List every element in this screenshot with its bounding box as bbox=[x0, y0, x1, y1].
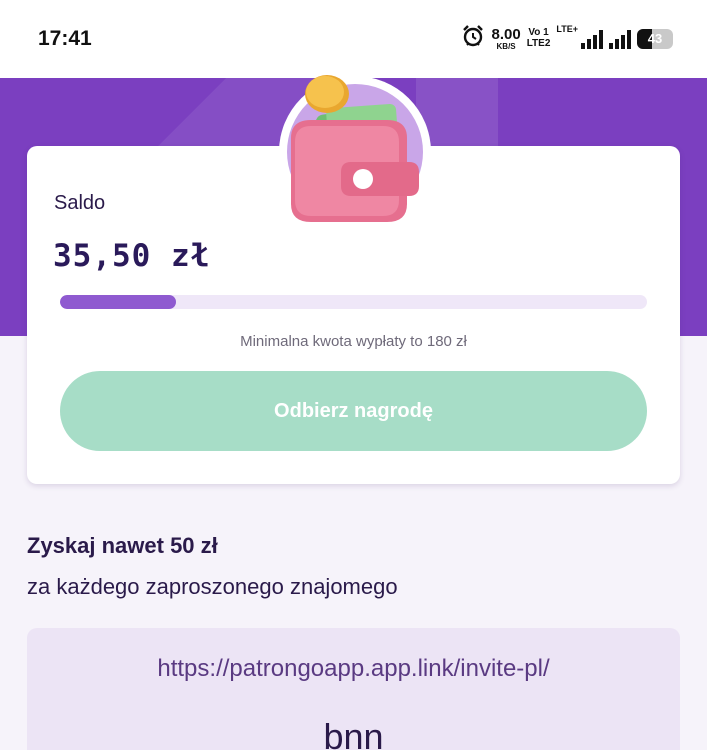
status-time: 17:41 bbox=[38, 27, 92, 50]
minimum-withdrawal-note: Minimalna kwota wypłaty to 180 zł bbox=[240, 333, 467, 350]
status-icons: 8.00 KB/S Vo 1 LTE2 LTE+ 43 bbox=[461, 24, 673, 53]
network-speed: 8.00 KB/S bbox=[491, 27, 520, 51]
alarm-icon bbox=[461, 24, 485, 53]
signal-icon bbox=[581, 29, 603, 49]
wallet-icon bbox=[291, 75, 419, 222]
invite-title: Zyskaj nawet 50 zł bbox=[27, 533, 218, 558]
withdrawal-progress-bar bbox=[60, 295, 647, 309]
battery-level: 43 bbox=[647, 31, 663, 46]
withdrawal-progress-fill bbox=[60, 295, 176, 309]
lte-label: LTE+ bbox=[556, 24, 578, 34]
invite-link[interactable]: https://patrongoapp.app.link/invite-pl/ bbox=[27, 655, 680, 683]
volte-bottom: LTE2 bbox=[526, 37, 551, 49]
claim-reward-button[interactable]: Odbierz nagrodę bbox=[60, 371, 647, 451]
status-bar: 17:41 8.00 KB/S Vo 1 LTE2 LTE+ 43 bbox=[0, 0, 707, 78]
volte-indicator: Vo 1 LTE2 bbox=[526, 27, 551, 49]
balance-label: Saldo bbox=[54, 192, 106, 214]
invite-subtitle: za każdego zaproszonego znajomego bbox=[27, 574, 398, 599]
network-speed-value: 8.00 bbox=[491, 25, 521, 43]
invite-card: https://patrongoapp.app.link/invite-pl/ … bbox=[27, 628, 680, 750]
network-speed-unit: KB/S bbox=[496, 41, 516, 51]
volte-top: Vo 1 bbox=[528, 27, 549, 38]
invite-code[interactable]: bnn bbox=[27, 716, 680, 750]
balance-amount: 35,50 zł bbox=[53, 238, 211, 274]
battery-icon: 43 bbox=[637, 28, 673, 49]
signal-icon bbox=[609, 29, 631, 49]
